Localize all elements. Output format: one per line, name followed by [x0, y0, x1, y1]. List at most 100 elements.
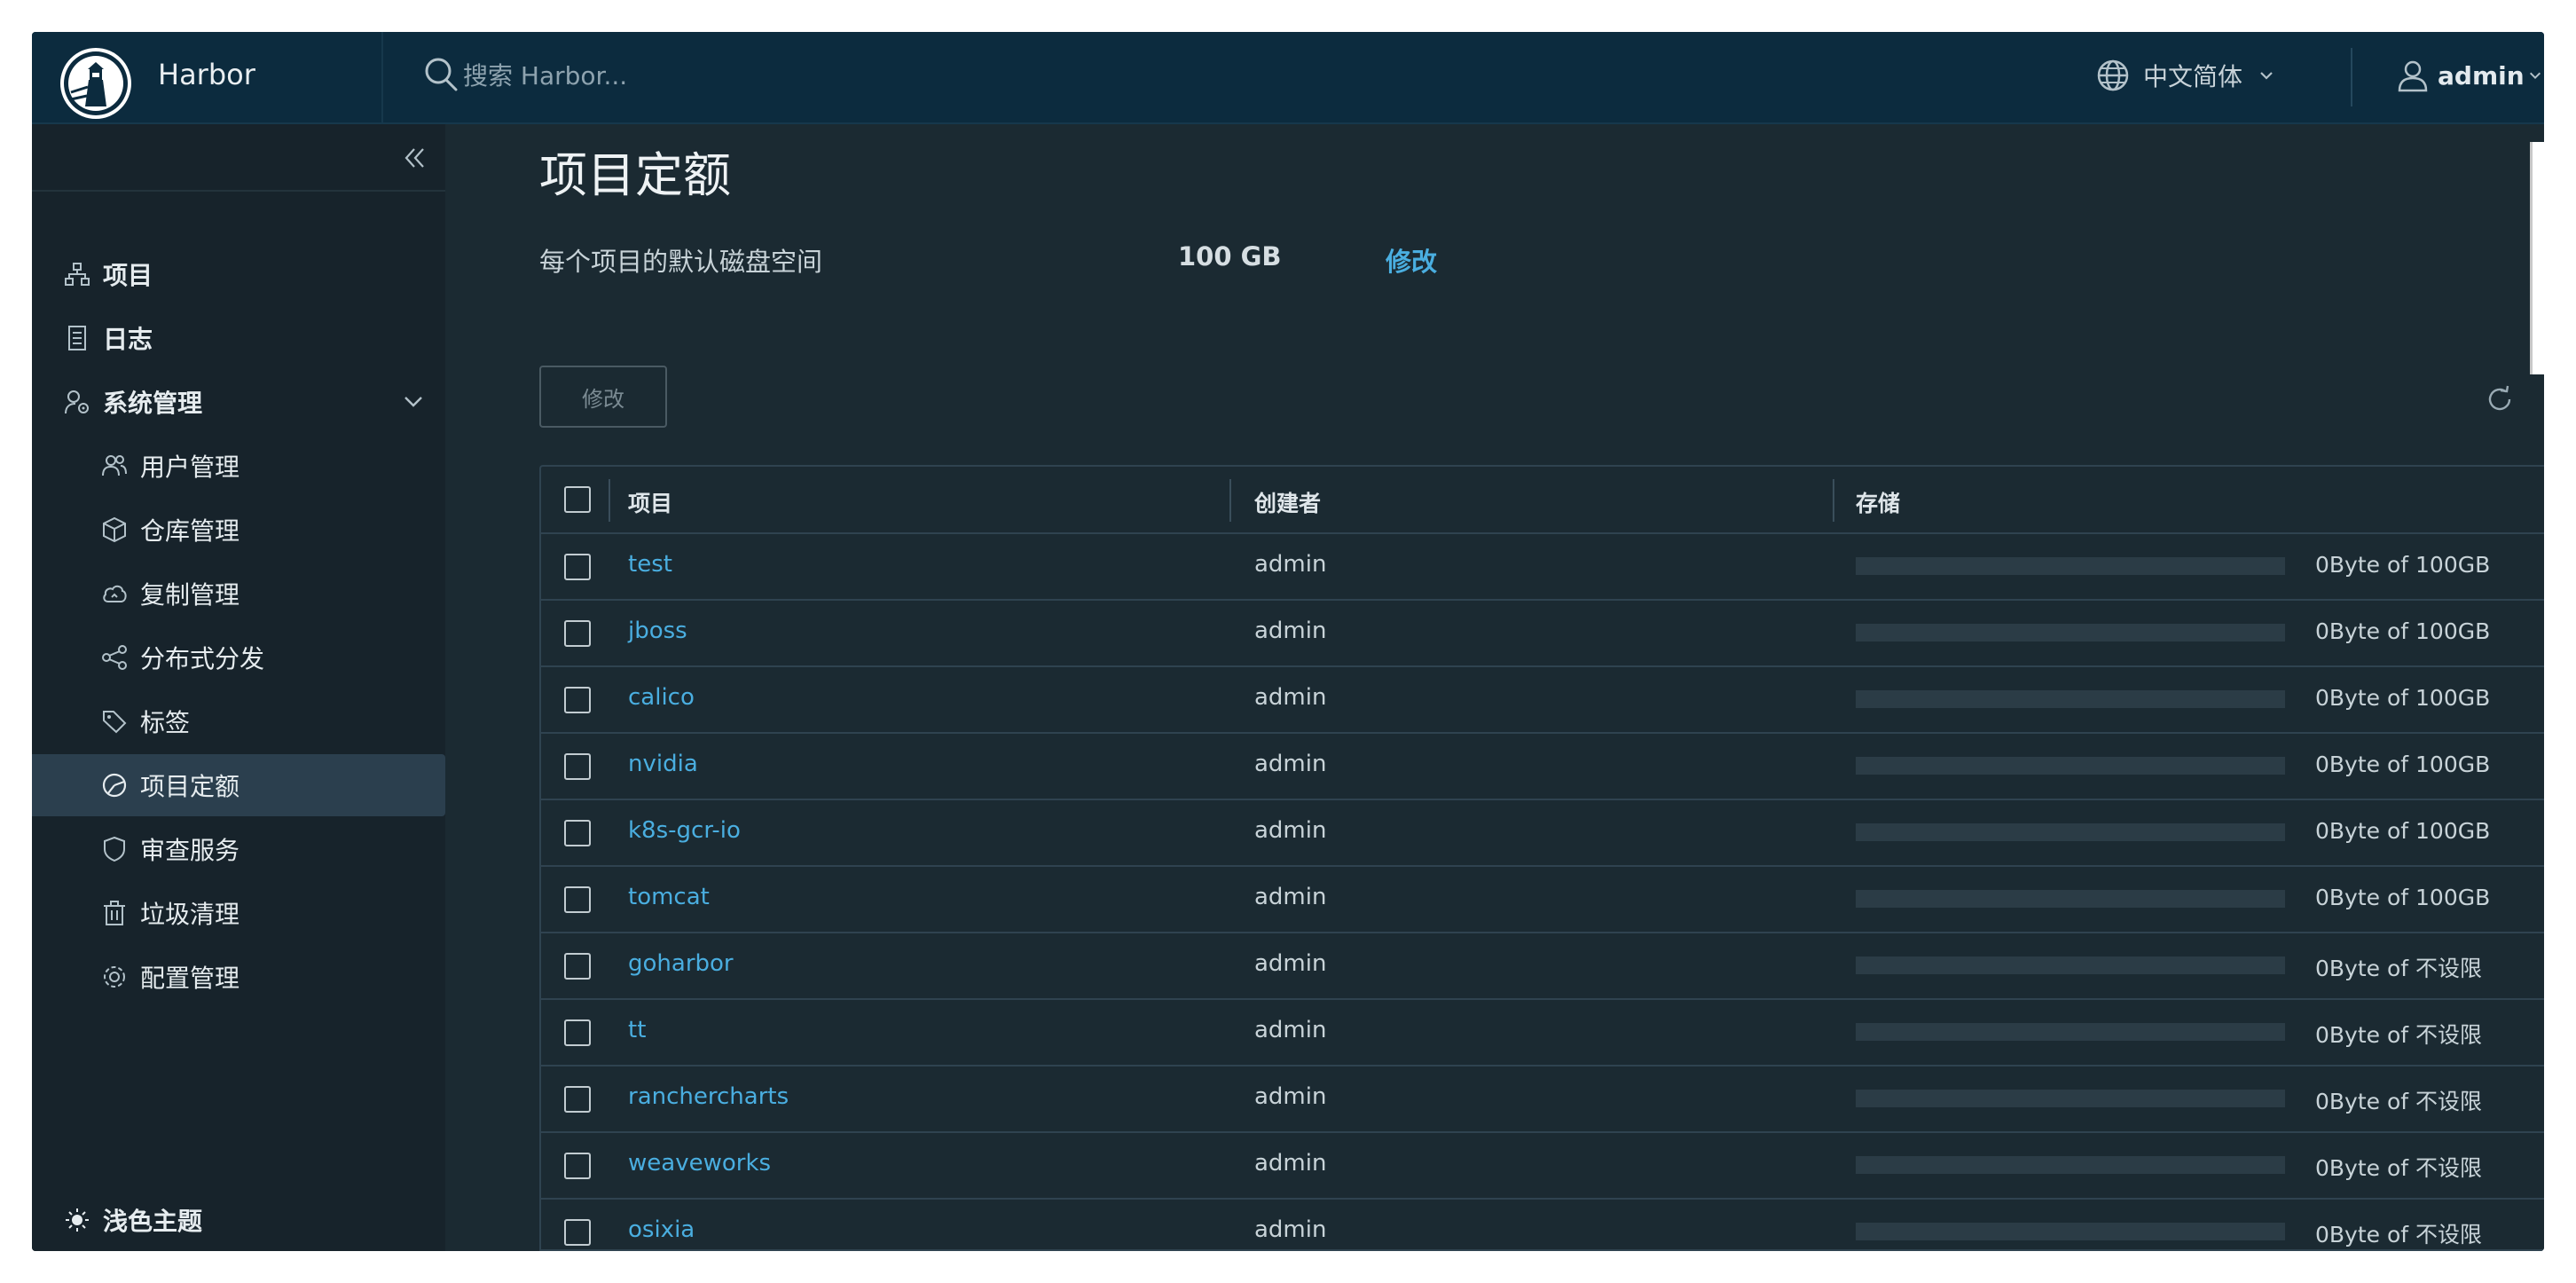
replication-icon	[103, 585, 127, 602]
storage-quota-text: 0Byte of 不设限	[2315, 1222, 2483, 1248]
theme-toggle[interactable]: 浅色主题	[32, 1189, 445, 1251]
table-row: nvidia admin 0Byte of 100GB	[541, 734, 2544, 800]
column-header-creator[interactable]: 创建者	[1254, 486, 1321, 518]
quota-table: 项目 创建者 存储 test admin 0Byte of 100GB jboss ad…	[539, 465, 2544, 1251]
shield-icon	[104, 836, 125, 862]
storage-usage-bar	[1856, 1156, 2285, 1174]
sidebar-item-labels[interactable]: 标签	[32, 690, 445, 752]
storage-quota-text: 0Byte of 100GB	[2315, 818, 2491, 844]
row-checkbox[interactable]	[564, 687, 591, 713]
search-icon[interactable]	[422, 55, 461, 94]
creator-name: admin	[1254, 1017, 1327, 1043]
sidebar-item-user-management[interactable]: 用户管理	[32, 435, 445, 497]
column-divider	[609, 479, 610, 522]
sidebar-item-label: 系统管理	[103, 389, 203, 418]
user-icon	[2398, 60, 2428, 92]
sidebar-item-replications[interactable]: 复制管理	[32, 563, 445, 625]
project-name-link[interactable]: ranchercharts	[628, 1083, 789, 1110]
row-checkbox[interactable]	[564, 1086, 591, 1113]
theme-toggle-label: 浅色主题	[103, 1207, 203, 1236]
storage-usage-bar	[1856, 823, 2285, 841]
search-input[interactable]	[461, 51, 997, 99]
collapse-sidebar-icon[interactable]	[401, 144, 429, 172]
storage-usage-bar	[1856, 1023, 2285, 1041]
project-name-link[interactable]: tt	[628, 1017, 646, 1043]
storage-usage-bar	[1856, 624, 2285, 642]
project-name-link[interactable]: k8s-gcr-io	[628, 817, 741, 844]
creator-name: admin	[1254, 1216, 1327, 1243]
row-checkbox[interactable]	[564, 753, 591, 780]
chevron-down-icon[interactable]	[401, 390, 426, 414]
tag-icon	[103, 711, 127, 734]
project-name-link[interactable]: calico	[628, 684, 695, 711]
sidebar-item-label: 用户管理	[140, 453, 240, 482]
row-checkbox[interactable]	[564, 620, 591, 647]
row-checkbox[interactable]	[564, 554, 591, 580]
row-checkbox[interactable]	[564, 1019, 591, 1046]
creator-name: admin	[1254, 684, 1327, 711]
project-name-link[interactable]: nvidia	[628, 751, 698, 777]
project-name-link[interactable]: osixia	[628, 1216, 695, 1243]
project-name-link[interactable]: test	[628, 551, 672, 578]
table-row: weaveworks admin 0Byte of 不设限	[541, 1133, 2544, 1200]
table-row: osixia admin 0Byte of 不设限	[541, 1200, 2544, 1249]
table-row: calico admin 0Byte of 100GB	[541, 667, 2544, 734]
row-checkbox[interactable]	[564, 1153, 591, 1179]
sidebar-item-label: 垃圾清理	[140, 900, 240, 929]
sidebar-item-label: 项目	[103, 261, 153, 290]
creator-name: admin	[1254, 1083, 1327, 1110]
sidebar-item-label: 仓库管理	[140, 516, 240, 546]
refresh-icon[interactable]	[2484, 383, 2516, 415]
project-name-link[interactable]: weaveworks	[628, 1150, 771, 1177]
default-quota-label: 每个项目的默认磁盘空间	[539, 247, 823, 277]
sidebar-item-logs[interactable]: 日志	[32, 307, 445, 369]
creator-name: admin	[1254, 1150, 1327, 1177]
user-menu[interactable]: admin	[2395, 50, 2542, 101]
row-checkbox[interactable]	[564, 1219, 591, 1246]
project-name-link[interactable]: jboss	[628, 618, 687, 644]
users-icon	[102, 455, 127, 476]
sidebar-item-registries[interactable]: 仓库管理	[32, 499, 445, 561]
sidebar-item-garbage-collection[interactable]: 垃圾清理	[32, 882, 445, 944]
sidebar-item-project-quotas[interactable]: 项目定额	[32, 754, 445, 816]
sidebar: 项目 日志 系统管理 用户管理 仓库管理 复制管理 分布式分发 标签 项目定额 …	[32, 124, 445, 1251]
creator-name: admin	[1254, 618, 1327, 644]
log-icon	[68, 326, 86, 350]
column-header-storage[interactable]: 存储	[1856, 486, 1900, 518]
sidebar-item-projects[interactable]: 项目	[32, 243, 445, 305]
harbor-logo[interactable]	[60, 48, 131, 119]
sidebar-divider	[32, 190, 445, 192]
sidebar-item-label: 审查服务	[140, 836, 240, 865]
table-row: ranchercharts admin 0Byte of 不设限	[541, 1067, 2544, 1133]
select-all-checkbox[interactable]	[564, 486, 591, 513]
storage-quota-text: 0Byte of 不设限	[2315, 1155, 2483, 1181]
storage-usage-bar	[1856, 557, 2285, 575]
creator-name: admin	[1254, 950, 1327, 977]
table-row: jboss admin 0Byte of 100GB	[541, 601, 2544, 667]
project-name-link[interactable]: tomcat	[628, 884, 710, 910]
project-name-link[interactable]: goharbor	[628, 950, 734, 977]
header-divider	[381, 32, 383, 122]
table-row: k8s-gcr-io admin 0Byte of 100GB	[541, 800, 2544, 867]
language-selector[interactable]: 中文简体	[2095, 50, 2274, 101]
edit-default-quota-link[interactable]: 修改	[1386, 241, 1437, 279]
table-row: tomcat admin 0Byte of 100GB	[541, 867, 2544, 933]
storage-quota-text: 0Byte of 不设限	[2315, 1022, 2483, 1048]
sidebar-item-configuration[interactable]: 配置管理	[32, 946, 445, 1008]
edit-quota-button[interactable]: 修改	[539, 366, 667, 428]
sidebar-item-label: 分布式分发	[140, 644, 265, 673]
sidebar-item-distribution[interactable]: 分布式分发	[32, 626, 445, 689]
brand-name[interactable]: Harbor	[158, 53, 255, 96]
row-checkbox[interactable]	[564, 820, 591, 846]
sidebar-item-system-admin[interactable]: 系统管理	[32, 371, 445, 433]
storage-quota-text: 0Byte of 100GB	[2315, 618, 2491, 644]
column-header-project[interactable]: 项目	[628, 486, 672, 518]
storage-quota-text: 0Byte of 不设限	[2315, 956, 2483, 981]
default-quota-value: 100 GB	[1178, 241, 1282, 272]
table-row: test admin 0Byte of 100GB	[541, 534, 2544, 601]
row-checkbox[interactable]	[564, 953, 591, 980]
row-checkbox[interactable]	[564, 886, 591, 913]
system-admin-icon	[65, 390, 89, 414]
sidebar-item-interrogation-services[interactable]: 审查服务	[32, 818, 445, 880]
storage-usage-bar	[1856, 1090, 2285, 1107]
